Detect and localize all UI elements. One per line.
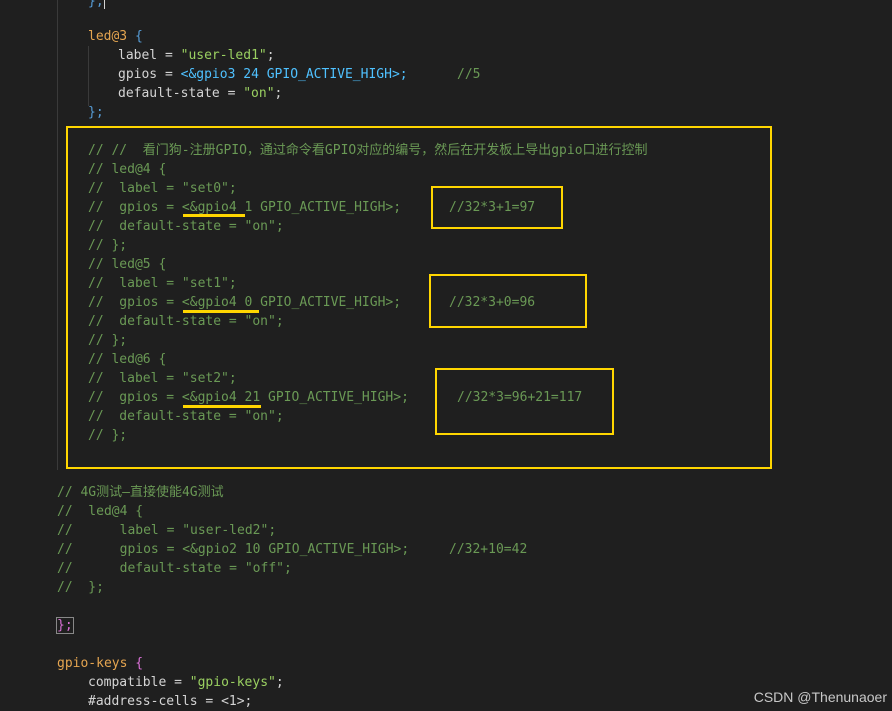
code-token: }; (56, 617, 74, 634)
code-token: default-state (118, 86, 220, 101)
watermark: CSDN @Thenunaoer (753, 689, 887, 705)
code-token: <&gpio3 24 GPIO_ACTIVE_HIGH>; (180, 67, 408, 82)
code-token: label (118, 48, 158, 63)
code-comment: // label = "user-led2"; (57, 523, 277, 538)
code-comment: // }; (57, 580, 104, 595)
code-token: gpios (118, 67, 158, 82)
code-comment: // led@4 { (57, 504, 144, 519)
underline-mark (183, 405, 261, 408)
code-line[interactable]: }; (88, 103, 104, 122)
code-line[interactable]: gpio-keys { (57, 654, 143, 673)
code-token: <1>; (221, 694, 253, 709)
code-line[interactable]: #address-cells = <1>; (88, 692, 252, 711)
code-comment: //32+10=42 (449, 542, 528, 557)
code-line[interactable]: led@3 { (88, 27, 143, 46)
code-token: "user-led1" (180, 48, 267, 63)
code-token: { (134, 29, 143, 44)
code-line[interactable]: label = "user-led1"; (118, 46, 275, 65)
indent-guide (57, 0, 58, 470)
text-cursor (103, 0, 105, 9)
code-line[interactable]: gpios = <&gpio3 24 GPIO_ACTIVE_HIGH>; (118, 65, 408, 84)
code-line[interactable]: default-state = "on"; (118, 84, 282, 103)
code-comment: //5 (457, 67, 481, 82)
underline-mark (183, 214, 245, 217)
code-token: compatible (88, 675, 167, 690)
code-line[interactable]: }; (56, 616, 74, 635)
code-token: "gpio-keys" (189, 675, 276, 690)
highlight-box (66, 126, 772, 469)
code-token: { (135, 656, 144, 671)
highlight-box (429, 274, 587, 328)
code-token: gpio-keys (57, 656, 128, 671)
code-token: led@3 (88, 29, 128, 44)
code-comment: // default-state = "off"; (57, 561, 292, 576)
code-token: "on" (243, 86, 275, 101)
underline-mark (183, 310, 259, 313)
code-token: #address-cells (88, 694, 198, 709)
code-line[interactable]: compatible = "gpio-keys"; (88, 673, 284, 692)
code-token: }; (88, 0, 104, 9)
code-token: }; (88, 105, 104, 120)
code-comment: // 4G测试—直接使能4G测试 (57, 485, 224, 500)
indent-guide (88, 46, 89, 106)
highlight-box (431, 186, 563, 229)
code-comment: // gpios = <&gpio2 10 GPIO_ACTIVE_HIGH>; (57, 542, 410, 557)
code-editor[interactable]: }; led@3 { label = "user-led1"; gpios = … (0, 0, 892, 711)
highlight-box (435, 368, 614, 435)
code-line[interactable]: }; (88, 0, 105, 11)
